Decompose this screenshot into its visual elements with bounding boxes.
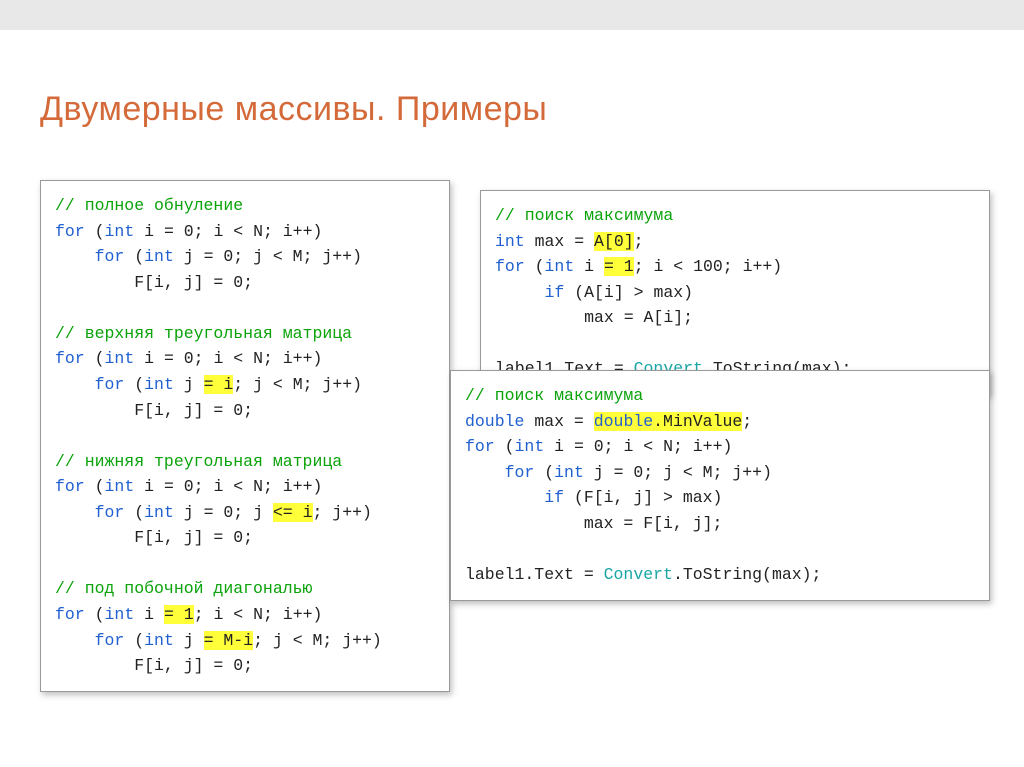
code-text: max = A[i]; xyxy=(495,308,693,327)
kw-double: double xyxy=(594,412,653,431)
code-text: j = 0; j < M; j++) xyxy=(174,247,362,266)
code-text: i = 0; i < N; i++) xyxy=(544,437,732,456)
code-text: (A[i] > max) xyxy=(564,283,693,302)
kw-for: for xyxy=(95,631,125,650)
code-text: i = 0; i < N; i++) xyxy=(134,222,322,241)
kw-int: int xyxy=(554,463,584,482)
kw-for: for xyxy=(55,605,85,624)
code-text: j xyxy=(174,375,204,394)
code-comment: // под побочной диагональю xyxy=(55,579,312,598)
kw-for: for xyxy=(465,437,495,456)
highlight: = 1 xyxy=(164,605,194,624)
code-comment: // нижняя треугольная матрица xyxy=(55,452,342,471)
header-bar xyxy=(0,0,1024,30)
code-text: F[i, j] = 0; xyxy=(55,401,253,420)
code-box-2: // поиск максимума int max = A[0]; for (… xyxy=(480,190,990,395)
code-comment: // поиск максимума xyxy=(465,386,643,405)
code-text: i = 0; i < N; i++) xyxy=(134,349,322,368)
code-text: .ToString(max); xyxy=(673,565,822,584)
kw-int: int xyxy=(495,232,525,251)
code-text: ; i < N; i++) xyxy=(194,605,323,624)
code-text: j = 0; j xyxy=(174,503,273,522)
code-comment: // поиск максимума xyxy=(495,206,673,225)
kw-for: for xyxy=(495,257,525,276)
code-text: (F[i, j] > max) xyxy=(564,488,722,507)
code-text: max = xyxy=(524,412,593,431)
highlight: = i xyxy=(204,375,234,394)
code-comment: // полное обнуление xyxy=(55,196,243,215)
kw-for: for xyxy=(55,222,85,241)
code-text: F[i, j] = 0; xyxy=(55,656,253,675)
kw-int: int xyxy=(105,349,135,368)
code-text: F[i, j] = 0; xyxy=(55,273,253,292)
code-text: ; j < M; j++) xyxy=(253,631,382,650)
code-text: j = 0; j < M; j++) xyxy=(584,463,772,482)
code-text: ; j < M; j++) xyxy=(233,375,362,394)
code-text: max = F[i, j]; xyxy=(465,514,722,533)
kw-int: int xyxy=(144,631,174,650)
code-box-1: // полное обнуление for (int i = 0; i < … xyxy=(40,180,450,692)
highlight: double.MinValue xyxy=(594,412,743,431)
page-title: Двумерные массивы. Примеры xyxy=(40,90,547,129)
code-box-3: // поиск максимума double max = double.M… xyxy=(450,370,990,601)
kw-double: double xyxy=(465,412,524,431)
highlight: = 1 xyxy=(604,257,634,276)
kw-int: int xyxy=(515,437,545,456)
code-text: i xyxy=(574,257,604,276)
kw-int: int xyxy=(144,375,174,394)
code-text: ; xyxy=(742,412,752,431)
highlight: = M-i xyxy=(204,631,254,650)
kw-for: for xyxy=(95,375,125,394)
code-comment: // верхняя треугольная матрица xyxy=(55,324,352,343)
code-text: ; i < 100; i++) xyxy=(634,257,783,276)
code-text: label1.Text = xyxy=(465,565,604,584)
code-text: ; j++) xyxy=(313,503,372,522)
code-text: .MinValue xyxy=(653,412,742,431)
code-text: i xyxy=(134,605,164,624)
code-text: i = 0; i < N; i++) xyxy=(134,477,322,496)
kw-if: if xyxy=(545,283,565,302)
class-name: Convert xyxy=(604,565,673,584)
kw-for: for xyxy=(95,247,125,266)
kw-for: for xyxy=(55,477,85,496)
kw-int: int xyxy=(545,257,575,276)
kw-int: int xyxy=(105,222,135,241)
slide: Двумерные массивы. Примеры // полное обн… xyxy=(0,30,1024,767)
kw-for: for xyxy=(505,463,535,482)
code-text: F[i, j] = 0; xyxy=(55,528,253,547)
kw-int: int xyxy=(144,503,174,522)
code-text: ; xyxy=(634,232,644,251)
kw-int: int xyxy=(144,247,174,266)
kw-int: int xyxy=(105,605,135,624)
highlight: <= i xyxy=(273,503,313,522)
code-text: j xyxy=(174,631,204,650)
highlight: A[0] xyxy=(594,232,634,251)
kw-int: int xyxy=(105,477,135,496)
code-text: max = xyxy=(525,232,594,251)
kw-for: for xyxy=(95,503,125,522)
kw-if: if xyxy=(544,488,564,507)
kw-for: for xyxy=(55,349,85,368)
